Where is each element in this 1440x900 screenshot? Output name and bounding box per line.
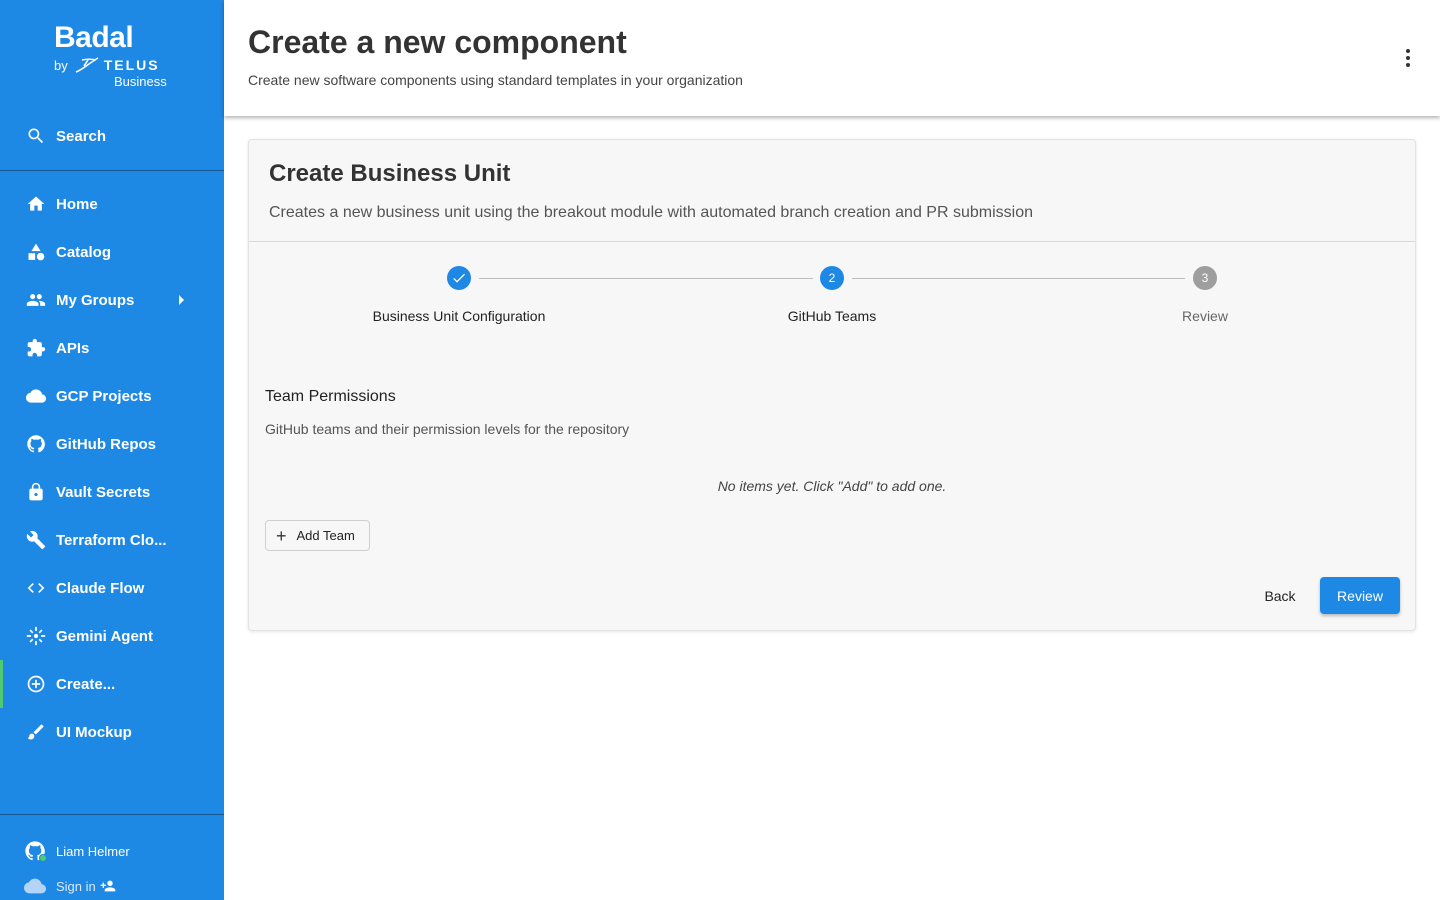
sidebar-item-label: Gemini Agent (56, 627, 153, 645)
cloud-icon (24, 875, 46, 897)
step-label: Business Unit Configuration (372, 308, 546, 324)
sidebar-item-label: Vault Secrets (56, 483, 151, 501)
sidebar-item-label: UI Mockup (56, 723, 132, 741)
step-label: GitHub Teams (787, 308, 877, 324)
step-1-complete (447, 266, 471, 290)
logo-telus: TELUS (103, 57, 160, 73)
sidebar-item-label: Create... (56, 675, 116, 693)
sidebar-item-github-repos[interactable]: GitHub Repos (0, 420, 224, 468)
logo-brand: Badal (54, 21, 134, 54)
step-label: Review (1182, 308, 1228, 324)
brush-icon (26, 722, 46, 742)
sidebar-item-vault-secrets[interactable]: Vault Secrets (0, 468, 224, 516)
sidebar-item-label: GCP Projects (56, 387, 152, 405)
logo-by: by (54, 57, 68, 73)
sidebar-item-label: GitHub Repos (56, 435, 156, 453)
sign-in-label: Sign in (56, 878, 96, 894)
badal-logo[interactable]: Badal by TELUS Business (54, 22, 184, 92)
person-add-icon[interactable] (100, 878, 116, 894)
logo-business: Business (114, 74, 167, 89)
sidebar-divider-top (0, 170, 224, 171)
sparkle-icon (26, 626, 46, 646)
page-title: Create a new component (248, 24, 627, 60)
page-subtitle: Create new software components using sta… (248, 72, 743, 88)
sidebar-divider-bottom (0, 814, 224, 815)
step-3-pending: 3 (1193, 266, 1217, 290)
plus-icon: + (276, 525, 287, 546)
step-2-active: 2 (820, 266, 844, 290)
card-description: Creates a new business unit using the br… (269, 204, 1033, 221)
wrench-icon (26, 530, 46, 550)
chevron-right-icon[interactable] (179, 295, 184, 305)
github-icon (26, 434, 46, 454)
search-label: Search (56, 127, 107, 145)
lock-icon (26, 482, 46, 502)
empty-state-message: No items yet. Click "Add" to add one. (717, 478, 947, 494)
section-description: GitHub teams and their permission levels… (265, 421, 630, 437)
sidebar: Badal by TELUS Business Search Home Cata… (0, 0, 224, 900)
telus-mark-icon (75, 57, 99, 73)
more-vert-icon[interactable] (1396, 46, 1420, 70)
sidebar-item-gemini-agent[interactable]: Gemini Agent (0, 612, 224, 660)
sidebar-item-my-groups[interactable]: My Groups (0, 276, 224, 324)
sidebar-search[interactable]: Search (0, 112, 224, 160)
sidebar-item-label: Claude Flow (56, 579, 145, 597)
sidebar-item-ui-mockup[interactable]: UI Mockup (0, 708, 224, 756)
step-connector (479, 278, 813, 279)
back-button[interactable]: Back (1249, 577, 1311, 614)
sidebar-item-label: My Groups (56, 291, 135, 309)
add-team-label: Add Team (296, 528, 355, 543)
sidebar-item-apis[interactable]: APIs (0, 324, 224, 372)
sidebar-item-claude-flow[interactable]: Claude Flow (0, 564, 224, 612)
sidebar-item-label: Terraform Clo... (56, 531, 167, 549)
card-title: Create Business Unit (269, 160, 511, 187)
page-header: Create a new component Create new softwa… (224, 0, 1440, 116)
search-icon (26, 126, 46, 146)
sidebar-item-catalog[interactable]: Catalog (0, 228, 224, 276)
sign-in-row[interactable]: Sign in (24, 875, 116, 897)
review-button[interactable]: Review (1320, 577, 1400, 614)
add-circle-icon (26, 674, 46, 694)
sidebar-item-label: Catalog (56, 243, 112, 261)
card-header: Create Business Unit Creates a new busin… (249, 140, 1415, 242)
user-name: Liam Helmer (56, 843, 130, 859)
group-icon (26, 290, 46, 310)
sidebar-item-label: Home (56, 195, 98, 213)
check-icon (453, 273, 465, 283)
add-team-button[interactable]: + Add Team (265, 520, 370, 551)
home-icon (26, 194, 46, 214)
online-status-dot (39, 854, 47, 862)
code-icon (26, 578, 46, 598)
template-card: Create Business Unit Creates a new busin… (248, 139, 1416, 631)
step-connector (852, 278, 1185, 279)
github-icon (24, 840, 47, 862)
stepper: 2 3 Business Unit Configuration GitHub T… (249, 242, 1415, 342)
sidebar-item-home[interactable]: Home (0, 180, 224, 228)
user-profile[interactable]: Liam Helmer (24, 840, 130, 862)
sidebar-item-terraform-cloud[interactable]: Terraform Clo... (0, 516, 224, 564)
sidebar-item-label: APIs (56, 339, 90, 357)
category-icon (26, 242, 46, 262)
extension-icon (26, 338, 46, 358)
sidebar-item-gcp-projects[interactable]: GCP Projects (0, 372, 224, 420)
sidebar-item-create[interactable]: Create... (0, 660, 224, 708)
cloud-icon (26, 386, 46, 406)
section-title: Team Permissions (265, 388, 396, 405)
